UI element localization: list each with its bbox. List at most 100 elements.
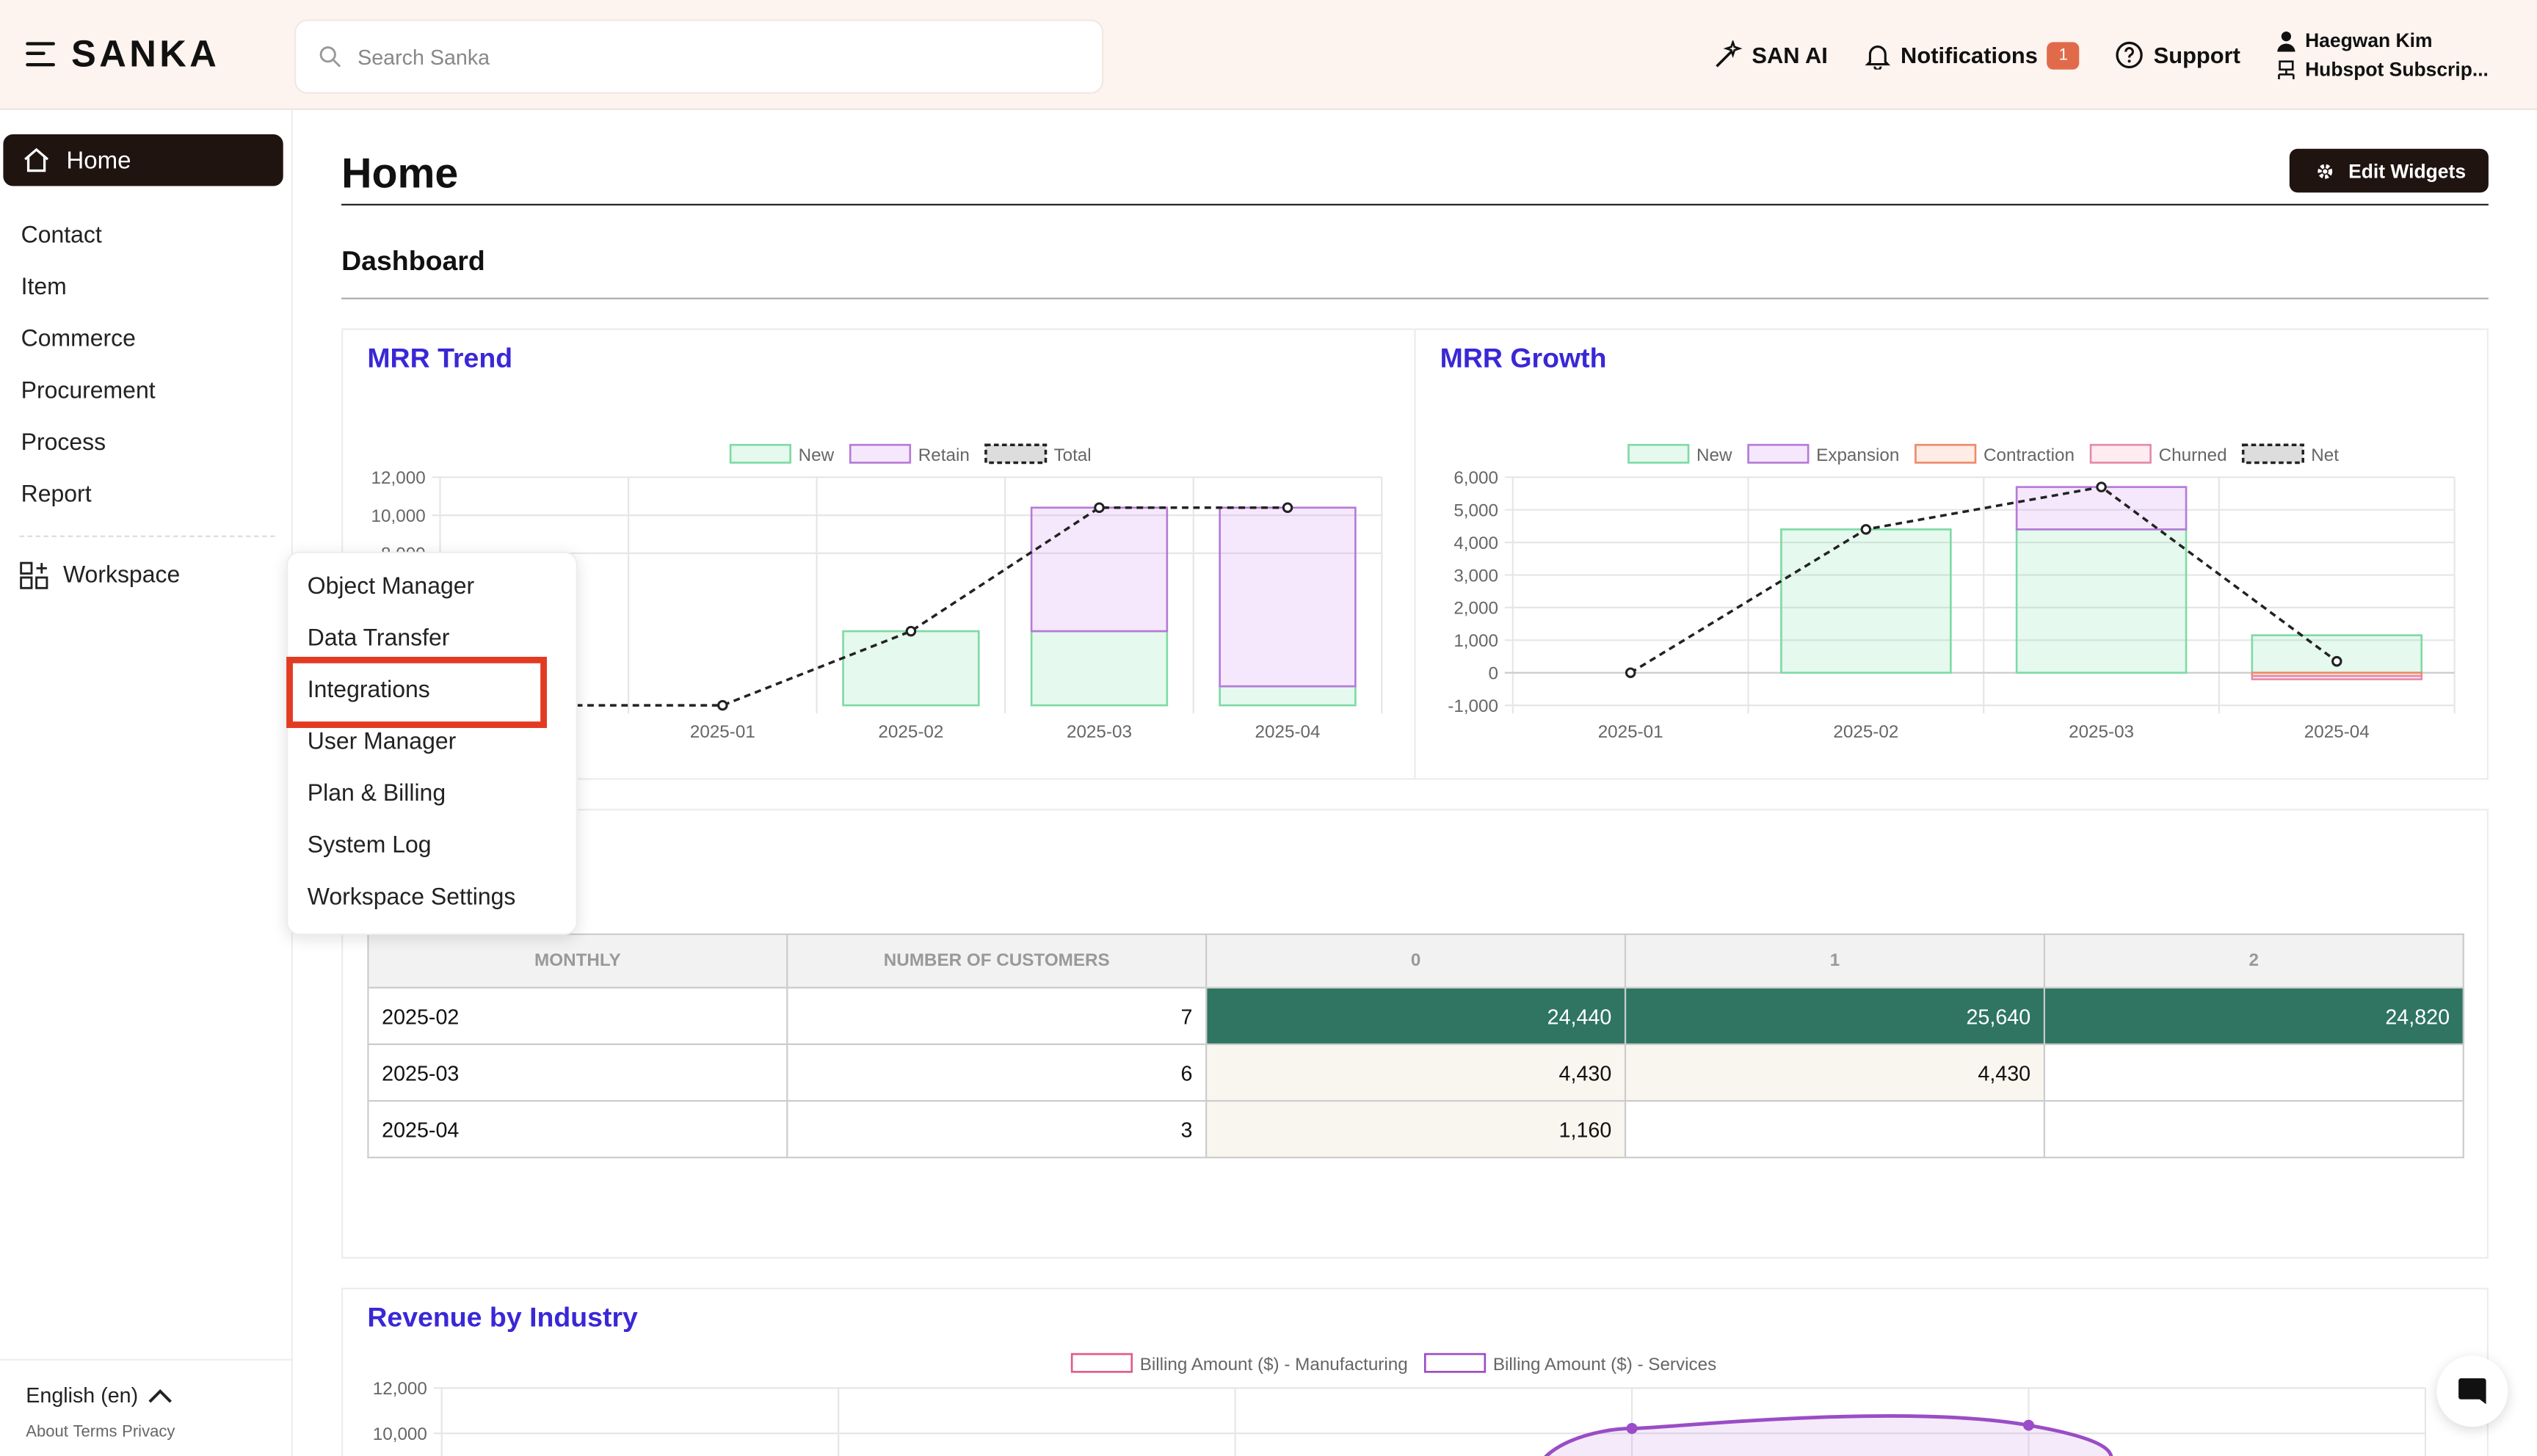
chat-launcher-button[interactable] xyxy=(2436,1355,2508,1427)
table-cell: 4,430 xyxy=(1205,1043,1627,1102)
sidebar: Home Contact Item Commerce Procurement P… xyxy=(0,109,293,1456)
sidebar-item-contact[interactable]: Contact xyxy=(21,223,102,249)
bar xyxy=(1219,506,1357,688)
legend-label: Billing Amount ($) - Manufacturing xyxy=(1140,1355,1408,1375)
y-tick-label: 0 xyxy=(1489,664,1498,684)
column-header: 0 xyxy=(1205,933,1627,989)
sidebar-item-home[interactable]: Home xyxy=(3,134,283,186)
sidebar-item-label: Home xyxy=(66,146,131,174)
san-ai-button[interactable]: SAN AI xyxy=(1713,40,1828,70)
data-point xyxy=(2096,481,2107,492)
menu-item-data-transfer[interactable]: Data Transfer xyxy=(308,626,450,652)
language-selector[interactable]: English (en) xyxy=(26,1383,266,1408)
workspace-menu: Object Manager Data Transfer Integration… xyxy=(286,551,578,936)
column-header: 1 xyxy=(1624,933,2045,989)
menu-item-object-manager[interactable]: Object Manager xyxy=(308,575,474,600)
sidebar-divider xyxy=(19,535,275,537)
workspace-name: Hubspot Subscrip... xyxy=(2305,58,2489,81)
workspace-icon xyxy=(2277,59,2294,79)
terms-link[interactable]: Terms xyxy=(73,1424,117,1441)
notifications-label: Notifications xyxy=(1901,42,2038,68)
sidebar-item-procurement[interactable]: Procurement xyxy=(21,379,156,404)
bar xyxy=(1219,685,1357,707)
gear-icon xyxy=(2318,163,2334,178)
menu-item-user-manager[interactable]: User Manager xyxy=(308,729,457,755)
privacy-link[interactable]: Privacy xyxy=(122,1424,175,1441)
revenue-by-industry-chart: Billing Amount ($) - Manufacturing Billin… xyxy=(373,1353,2427,1456)
user-name: Haegwan Kim xyxy=(2305,29,2433,52)
home-icon xyxy=(24,148,49,172)
brand[interactable]: SANKA xyxy=(26,32,219,76)
edit-widgets-label: Edit Widgets xyxy=(2348,159,2467,182)
mrr-growth-chart: New Expansion Contraction Churned Net 6,000 5,… xyxy=(1448,443,2456,742)
user-icon xyxy=(2276,30,2295,51)
menu-icon[interactable] xyxy=(26,41,55,67)
bell-icon xyxy=(1864,44,1890,69)
chevron-up-icon xyxy=(149,1388,173,1402)
y-tick-label: 1,000 xyxy=(1453,631,1498,651)
sidebar-item-report[interactable]: Report xyxy=(21,482,92,508)
y-tick-label: 6,000 xyxy=(1453,468,1498,488)
menu-item-plan-billing[interactable]: Plan & Billing xyxy=(308,782,446,807)
legend-swatch xyxy=(1747,443,1810,464)
dashboard-heading: Dashboard xyxy=(341,246,485,277)
support-button[interactable]: Support xyxy=(2115,40,2240,70)
legend-swatch xyxy=(2089,443,2152,464)
menu-item-workspace-settings[interactable]: Workspace Settings xyxy=(308,885,516,911)
edit-widgets-button[interactable]: Edit Widgets xyxy=(2290,148,2489,193)
bar xyxy=(842,630,980,707)
search-icon xyxy=(319,46,341,68)
table-cell: 7 xyxy=(786,986,1208,1046)
legend-label: New xyxy=(1696,445,1732,465)
bar xyxy=(1780,528,1952,674)
revenue-by-industry-widget: Revenue by Industry Billing Amount ($) -… xyxy=(341,1287,2489,1456)
table-cell: 24,820 xyxy=(2043,986,2464,1046)
user-menu[interactable]: Haegwan Kim Hubspot Subscrip... xyxy=(2276,29,2489,81)
search-placeholder: Search Sanka xyxy=(357,44,490,69)
legend-swatch xyxy=(1914,443,1977,464)
table-cell: 3 xyxy=(786,1099,1208,1159)
legend-label: Contraction xyxy=(1983,445,2075,465)
app-window: SANKA Search Sanka SAN AI Notifications … xyxy=(0,0,2537,1456)
chat-icon xyxy=(2458,1378,2486,1405)
bar xyxy=(2015,528,2188,674)
data-point xyxy=(2331,655,2342,667)
sidebar-item-label: Workspace xyxy=(62,563,181,589)
table-cell: 1,160 xyxy=(1205,1099,1627,1159)
table-row: 2025-04 3 1,160 xyxy=(367,1099,2464,1159)
x-tick-label: 2025-02 xyxy=(1833,722,1898,742)
legend-swatch xyxy=(1423,1353,1487,1373)
table-row: 2025-02 7 24,440 25,640 24,820 xyxy=(367,986,2464,1046)
table-cell: 2025-03 xyxy=(367,1043,788,1102)
x-tick-label: 2025-01 xyxy=(690,722,755,742)
notifications-button[interactable]: Notifications 1 xyxy=(1863,41,2080,69)
data-point xyxy=(1860,524,1872,535)
y-tick-label: 10,000 xyxy=(373,1424,427,1444)
legend-label: Total xyxy=(1053,445,1091,465)
search-input[interactable]: Search Sanka xyxy=(294,19,1104,94)
y-tick-label: -1,000 xyxy=(1448,696,1498,716)
x-tick-label: 2025-04 xyxy=(2304,722,2370,742)
sidebar-item-commerce[interactable]: Commerce xyxy=(21,327,136,352)
table-cell xyxy=(2043,1099,2464,1159)
x-tick-label: 2025-02 xyxy=(878,722,943,742)
sidebar-item-workspace[interactable]: Workspace xyxy=(19,561,180,591)
language-label: English (en) xyxy=(26,1383,139,1408)
bar xyxy=(2015,486,2188,531)
title-divider xyxy=(341,203,2489,205)
data-point xyxy=(1625,667,1636,678)
data-point xyxy=(717,699,728,711)
mrr-growth-widget: MRR Growth New Expansion Contraction Churne… xyxy=(1414,328,2489,780)
data-point xyxy=(1282,502,1293,514)
sidebar-item-item[interactable]: Item xyxy=(21,275,67,301)
data-point xyxy=(1626,1422,1638,1434)
highlight-box xyxy=(286,656,547,728)
table-cell: 2025-04 xyxy=(367,1099,788,1159)
menu-item-system-log[interactable]: System Log xyxy=(308,833,432,859)
y-tick-label: 12,000 xyxy=(371,468,426,488)
about-link[interactable]: About xyxy=(26,1424,68,1441)
sidebar-item-process[interactable]: Process xyxy=(21,430,106,456)
sidebar-footer: English (en) About Terms Privacy xyxy=(0,1358,293,1456)
legend-label: Expansion xyxy=(1816,445,1899,465)
legend-swatch xyxy=(849,443,912,464)
